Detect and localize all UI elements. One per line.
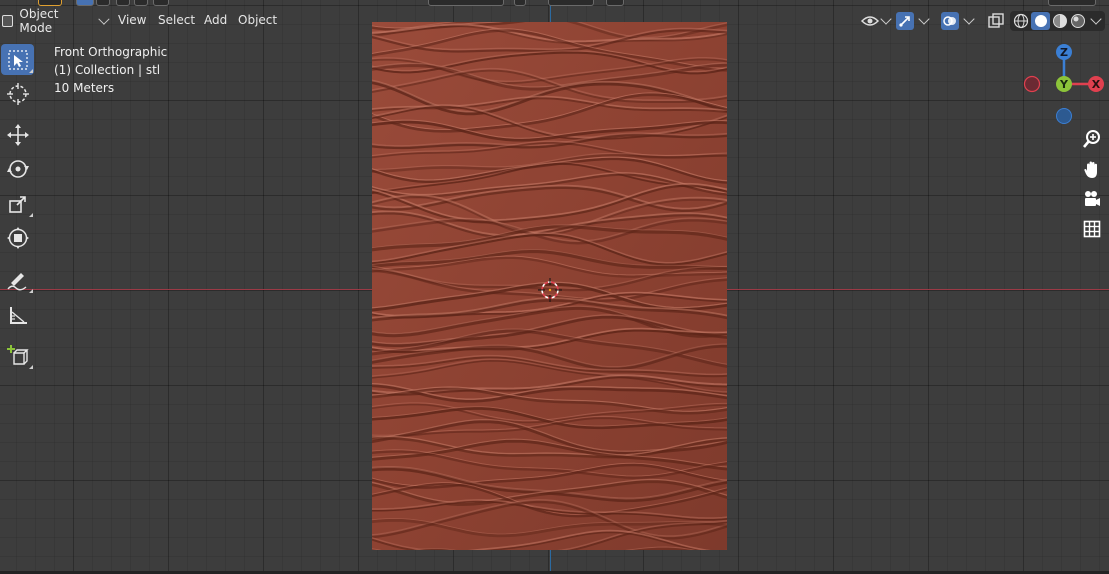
viewport-header: Object Mode View Select Add Object: [0, 7, 1109, 35]
neg-x-ball[interactable]: [1023, 75, 1041, 93]
chevron-down-icon[interactable]: [1090, 13, 1102, 25]
strip-item[interactable]: [606, 0, 624, 6]
measure-icon: [9, 306, 27, 324]
strip-item[interactable]: [38, 0, 62, 6]
chevron-down-icon: [963, 13, 975, 25]
tool-rotate[interactable]: [1, 153, 34, 184]
material-shading-icon[interactable]: [1051, 12, 1069, 30]
eye-icon: [860, 16, 880, 26]
chevron-down-icon: [98, 13, 110, 25]
tool-measure[interactable]: [1, 300, 34, 331]
grid-icon: [1083, 220, 1101, 238]
menu-add[interactable]: Add: [204, 13, 227, 27]
tool-transform[interactable]: [1, 222, 34, 253]
solid-shading-button[interactable]: [1031, 12, 1050, 30]
z-label: Z: [1060, 46, 1068, 59]
solid-shading-icon: [1034, 15, 1047, 27]
object-mode-dropdown[interactable]: Object Mode: [0, 7, 110, 35]
strip-item[interactable]: [116, 0, 130, 6]
tool-select-box[interactable]: [1, 44, 34, 75]
strip-item[interactable]: [514, 0, 526, 6]
gizmo-toggle-icon: [896, 12, 914, 30]
tool-cursor[interactable]: [1, 78, 34, 109]
add-cube-icon: [6, 344, 29, 365]
tool-move[interactable]: [1, 119, 34, 150]
tool-annotate[interactable]: [1, 264, 34, 295]
menu-object[interactable]: Object: [238, 13, 277, 27]
chevron-down-icon: [880, 13, 892, 25]
pan-button[interactable]: [1079, 157, 1105, 183]
object-mode-icon: [2, 15, 14, 27]
xray-icon: [988, 13, 1004, 28]
strip-item[interactable]: [134, 0, 148, 6]
xray-toggle[interactable]: [987, 10, 1005, 32]
object-mode-label: Object Mode: [19, 7, 59, 35]
overlays-icon: [941, 12, 959, 30]
strip-item[interactable]: [76, 0, 94, 6]
neg-z-ball[interactable]: [1056, 108, 1072, 124]
chevron-down-icon: [918, 13, 930, 25]
collection-info: (1) Collection | stl: [54, 63, 161, 77]
strip-item[interactable]: [548, 0, 594, 6]
camera-icon: [1085, 191, 1100, 206]
zoom-button[interactable]: [1079, 126, 1105, 152]
cursor-tool-icon: [6, 82, 29, 105]
strip-item[interactable]: [1048, 0, 1096, 6]
camera-view-button[interactable]: [1079, 186, 1105, 212]
move-icon: [6, 123, 29, 146]
transform-icon: [6, 226, 29, 249]
select-box-icon: [7, 49, 28, 70]
scale-icon: [8, 195, 26, 213]
gizmo-toggle[interactable]: [896, 10, 930, 32]
viewport-info: Front Orthographic (1) Collection | stl …: [54, 43, 167, 97]
rotate-icon: [6, 159, 29, 178]
rendered-shading-icon[interactable]: [1069, 12, 1087, 30]
hand-icon: [1084, 161, 1097, 178]
top-strip: [0, 0, 1109, 7]
navigation-gizmo[interactable]: Z X Y: [1018, 40, 1108, 130]
overlays-toggle[interactable]: [941, 10, 975, 32]
strip-item[interactable]: [96, 0, 110, 6]
strip-item[interactable]: [428, 0, 504, 6]
view-name: Front Orthographic: [54, 45, 168, 59]
shading-modes: [1010, 11, 1105, 31]
ortho-toggle-button[interactable]: [1079, 216, 1105, 242]
menu-view[interactable]: View: [118, 13, 146, 27]
wireframe-shading-icon[interactable]: [1012, 12, 1030, 30]
visibility-dropdown[interactable]: [860, 10, 892, 32]
grid-scale: 10 Meters: [54, 81, 115, 95]
x-label: X: [1092, 78, 1101, 91]
annotate-icon: [6, 272, 26, 290]
zoom-icon: [1083, 130, 1100, 148]
strip-item[interactable]: [153, 0, 169, 6]
tool-scale[interactable]: [1, 188, 34, 219]
tool-add-cube[interactable]: [1, 340, 34, 371]
3d-cursor-icon[interactable]: [538, 278, 562, 302]
menu-select[interactable]: Select: [158, 13, 195, 27]
y-label: Y: [1059, 78, 1069, 91]
